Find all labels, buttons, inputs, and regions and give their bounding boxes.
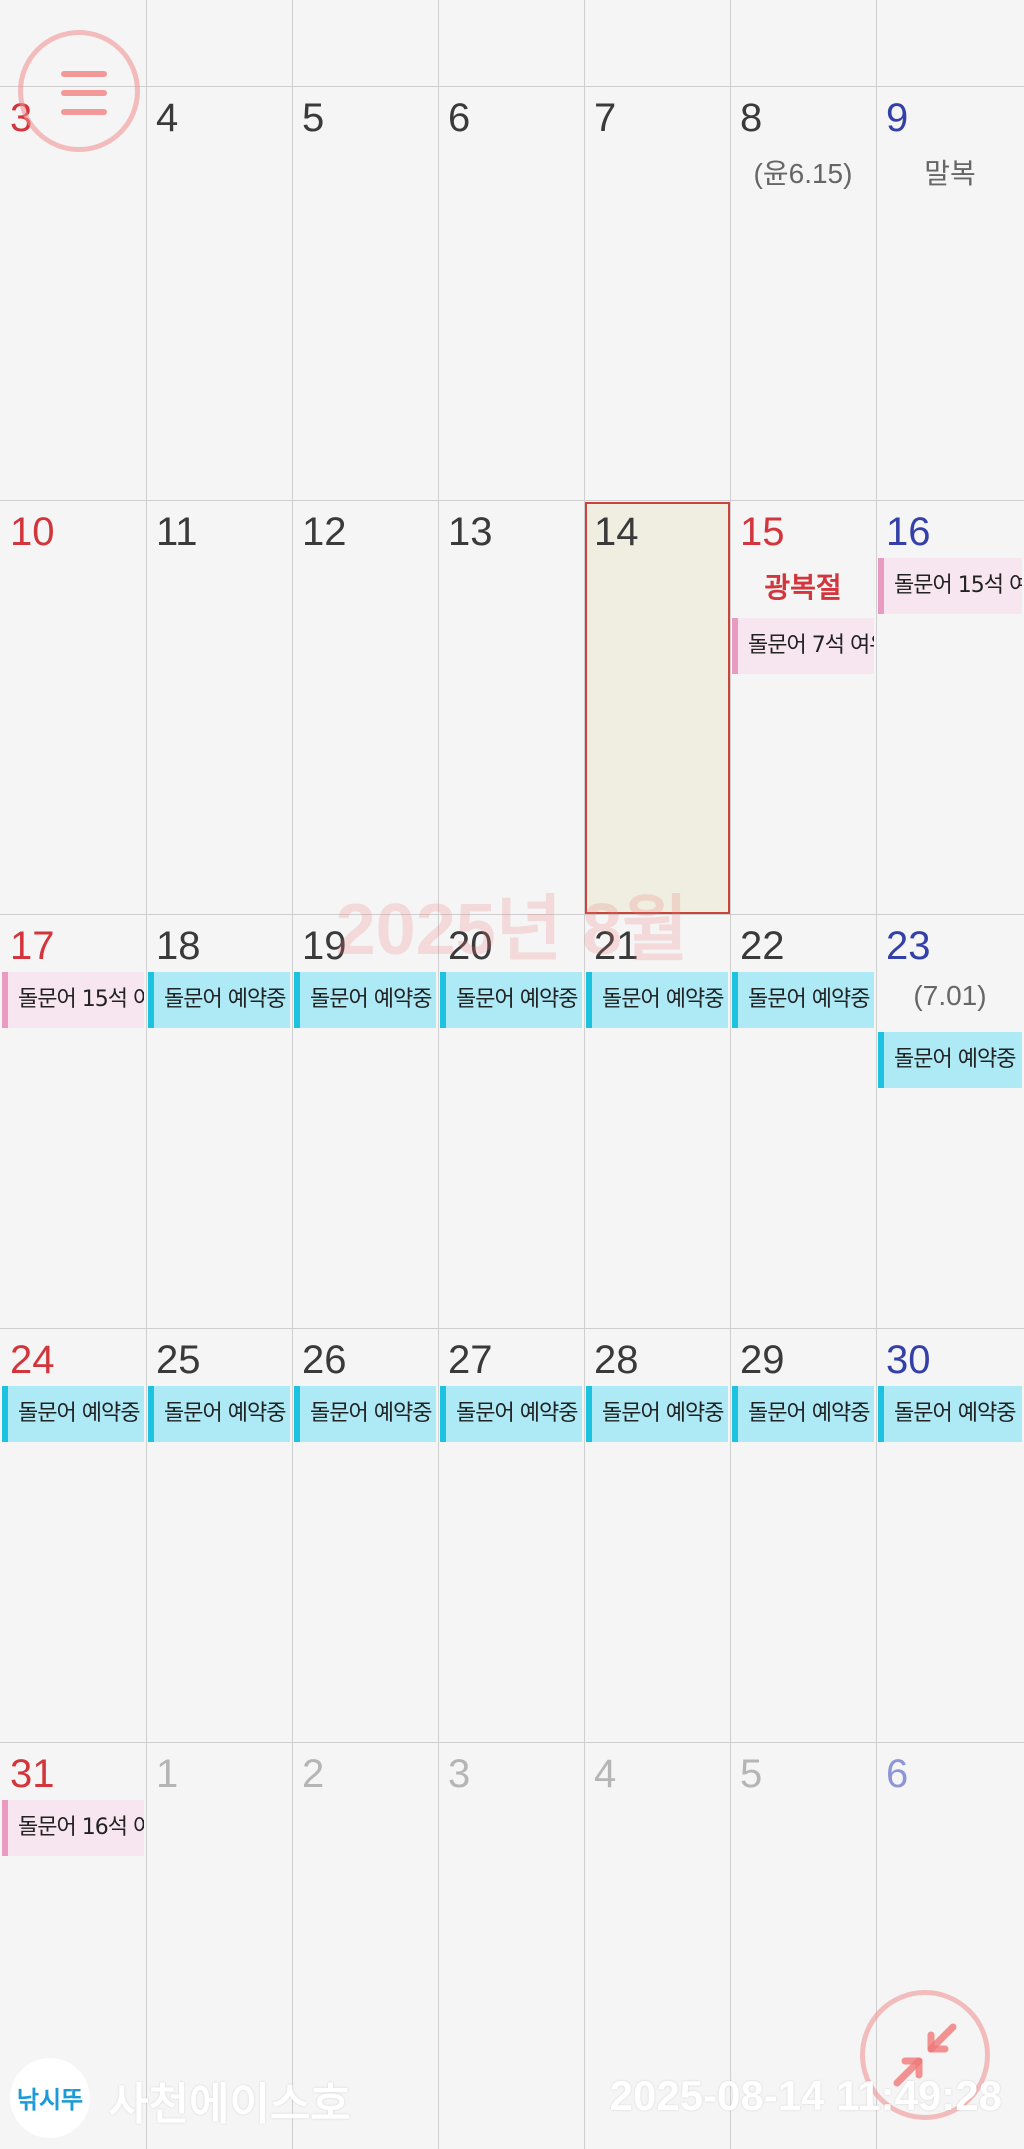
day-cell[interactable]: 27 돌문어 예약중 — [438, 1328, 584, 1742]
calendar-event[interactable]: 돌문어 예약중 — [878, 1032, 1022, 1088]
app-logo-text: 낚시뚜 — [16, 2087, 84, 2114]
today-highlight — [585, 502, 730, 914]
day-cell[interactable]: 18 돌문어 예약중 — [146, 914, 292, 1328]
day-cell[interactable]: 30 돌문어 예약중 — [876, 1328, 1024, 1742]
day-number: 6 — [448, 96, 471, 140]
day-number: 27 — [448, 1338, 493, 1382]
calendar-event[interactable]: 돌문어 예약중 — [878, 1386, 1022, 1442]
day-number: 7 — [594, 96, 617, 140]
day-number: 10 — [10, 510, 55, 554]
day-number: 11 — [156, 510, 198, 554]
day-cell[interactable]: 3 — [438, 1742, 584, 2149]
day-number: 15 — [740, 510, 785, 554]
day-number: 6 — [886, 1752, 909, 1796]
day-cell[interactable]: 29 돌문어 예약중 — [730, 1328, 876, 1742]
boat-name: 사천에이스호 — [108, 2080, 351, 2129]
day-cell[interactable]: 14 — [584, 500, 730, 914]
calendar-event[interactable]: 돌문어 예약중 — [294, 972, 436, 1028]
day-cell[interactable]: 12 — [292, 500, 438, 914]
day-number: 14 — [594, 510, 639, 554]
day-cell[interactable]: 11 — [146, 500, 292, 914]
day-number: 5 — [302, 96, 325, 140]
day-number: 2 — [302, 1752, 325, 1796]
day-cell[interactable]: 4 — [146, 86, 292, 500]
lunar-date-label: (7.01) — [913, 980, 987, 1011]
day-number: 31 — [10, 1752, 55, 1796]
day-cell[interactable]: 13 — [438, 500, 584, 914]
day-number: 13 — [448, 510, 493, 554]
calendar-event[interactable]: 돌문어 예약중 — [2, 1386, 144, 1442]
calendar-event[interactable]: 돌문어 예약중 — [732, 972, 874, 1028]
calendar-event[interactable]: 돌문어 15석 여유 — [2, 972, 144, 1028]
day-cell[interactable]: 28 돌문어 예약중 — [584, 1328, 730, 1742]
day-cell[interactable]: 26 돌문어 예약중 — [292, 1328, 438, 1742]
holiday-label: 광복절 — [764, 572, 842, 603]
calendar-event[interactable]: 돌문어 예약중 — [586, 1386, 728, 1442]
day-cell[interactable]: 7 — [584, 86, 730, 500]
day-cell[interactable]: 23 (7.01) 돌문어 예약중 — [876, 914, 1024, 1328]
menu-icon-bar — [61, 109, 107, 115]
calendar-event[interactable]: 돌문어 예약중 — [148, 1386, 290, 1442]
day-cell[interactable]: 8 (윤6.15) — [730, 86, 876, 500]
calendar-event[interactable]: 돌문어 7석 여유 — [732, 618, 874, 674]
calendar-grid: 345678(윤6.15)9말복101112131415광복절돌문어 7석 여유… — [0, 0, 1024, 2149]
calendar-event[interactable]: 돌문어 예약중 — [732, 1386, 874, 1442]
day-cell[interactable]: 24 돌문어 예약중 — [0, 1328, 146, 1742]
day-number: 26 — [302, 1338, 347, 1382]
day-cell[interactable]: 16돌문어 15석 여유 — [876, 500, 1024, 914]
day-number: 4 — [594, 1752, 617, 1796]
day-number: 5 — [740, 1752, 763, 1796]
day-cell[interactable]: 22 돌문어 예약중 — [730, 914, 876, 1328]
day-cell[interactable]: 20 돌문어 예약중 — [438, 914, 584, 1328]
menu-icon — [61, 71, 107, 77]
day-number: 4 — [156, 96, 179, 140]
day-number: 3 — [448, 1752, 471, 1796]
day-number: 12 — [302, 510, 347, 554]
day-number: 28 — [594, 1338, 639, 1382]
day-cell[interactable]: 9 말복 — [876, 86, 1024, 500]
calendar-event[interactable]: 돌문어 16석 여유 — [2, 1800, 144, 1856]
menu-icon-bar — [61, 90, 107, 96]
calendar-event[interactable]: 돌문어 15석 여유 — [878, 558, 1022, 614]
day-cell[interactable]: 21 돌문어 예약중 — [584, 914, 730, 1328]
month-watermark: 2025년 8월 — [335, 890, 689, 970]
calendar-event[interactable]: 돌문어 예약중 — [586, 972, 728, 1028]
lunar-date-label: 말복 — [924, 158, 976, 189]
day-number: 30 — [886, 1338, 931, 1382]
calendar-event[interactable]: 돌문어 예약중 — [294, 1386, 436, 1442]
menu-button[interactable] — [18, 30, 140, 152]
day-number: 16 — [886, 510, 931, 554]
lunar-date-label: (윤6.15) — [753, 158, 853, 189]
app-logo: 낚시뚜 — [10, 2058, 90, 2138]
day-cell[interactable]: 10 — [0, 500, 146, 914]
day-cell[interactable]: 17돌문어 15석 여유 — [0, 914, 146, 1328]
day-cell[interactable]: 5 — [292, 86, 438, 500]
timestamp: 2025-08-14 11:49:28 — [609, 2072, 1002, 2119]
calendar-event[interactable]: 돌문어 예약중 — [440, 972, 582, 1028]
day-cell[interactable]: 6 — [438, 86, 584, 500]
day-cell[interactable]: 15 광복절돌문어 7석 여유 — [730, 500, 876, 914]
day-number: 25 — [156, 1338, 201, 1382]
calendar-event[interactable]: 돌문어 예약중 — [440, 1386, 582, 1442]
day-cell[interactable]: 19 돌문어 예약중 — [292, 914, 438, 1328]
day-cell[interactable]: 25 돌문어 예약중 — [146, 1328, 292, 1742]
day-number: 1 — [156, 1752, 179, 1796]
day-number: 9 — [886, 96, 909, 140]
day-number: 8 — [740, 96, 763, 140]
day-number: 24 — [10, 1338, 55, 1382]
calendar-event[interactable]: 돌문어 예약중 — [148, 972, 290, 1028]
day-number: 29 — [740, 1338, 785, 1382]
